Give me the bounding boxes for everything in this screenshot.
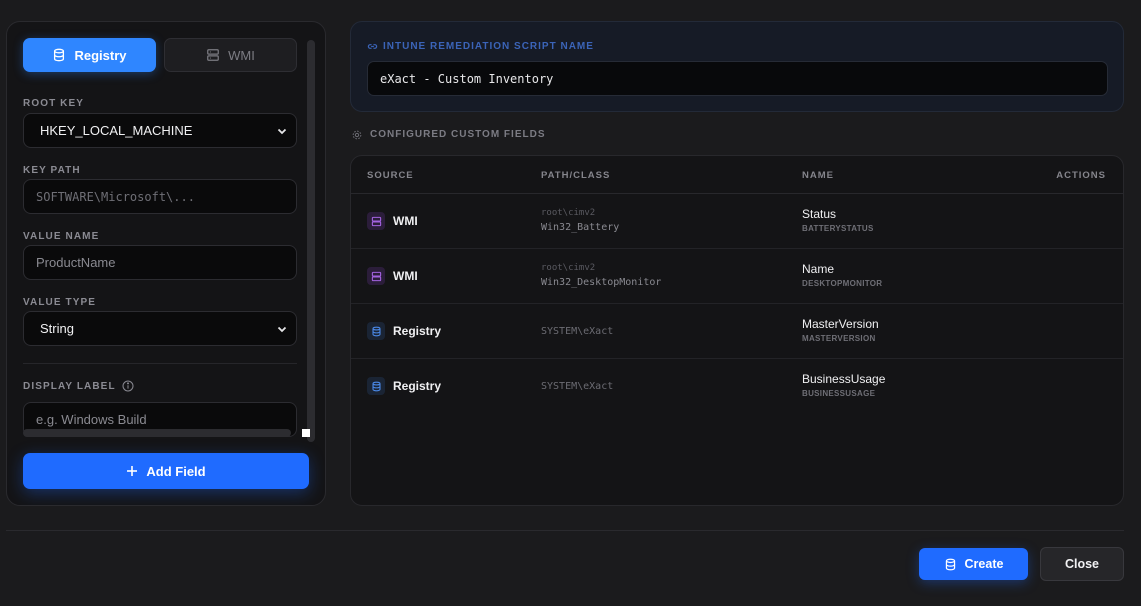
value-type-select[interactable]: String [23, 311, 297, 346]
table-row[interactable]: Registry SYSTEM\eXact MasterVersion MAST… [351, 304, 1123, 359]
value-name-label: VALUE NAME [23, 231, 100, 242]
wmi-class: Win32_DesktopMonitor [541, 277, 662, 288]
path-cell: root\cimv2 Win32_DesktopMonitor [541, 263, 661, 288]
footer-divider [6, 530, 1124, 531]
field-name: Status [802, 207, 837, 221]
tab-registry[interactable]: Registry [23, 38, 156, 72]
path-cell: SYSTEM\eXact [541, 326, 614, 337]
value-name-input[interactable]: ProductName [23, 245, 297, 280]
fields-table: SOURCE PATH/CLASS NAME ACTIONS WMI root\… [350, 155, 1124, 506]
value-type-value: String [40, 321, 74, 336]
col-path: PATH/CLASS [541, 170, 611, 181]
script-name-label: INTUNE REMEDIATION SCRIPT NAME [367, 41, 594, 52]
tab-wmi-label: WMI [228, 47, 255, 63]
gear-icon [352, 130, 362, 139]
script-name-input[interactable]: eXact - Custom Inventory [367, 61, 1108, 96]
info-icon[interactable] [122, 380, 134, 392]
col-source: SOURCE [367, 170, 414, 181]
database-icon [367, 322, 385, 340]
server-icon [367, 212, 385, 230]
create-label: Create [964, 557, 1004, 571]
server-icon [367, 267, 385, 285]
source-label: WMI [393, 214, 418, 228]
root-key-label: ROOT KEY [23, 98, 85, 109]
table-row[interactable]: Registry SYSTEM\eXact BusinessUsage BUSI… [351, 359, 1123, 414]
add-field-label: Add Field [146, 463, 206, 479]
script-name-value: eXact - Custom Inventory [380, 71, 554, 86]
field-key: BATTERYSTATUS [802, 224, 874, 233]
database-icon [54, 48, 65, 62]
chevron-down-icon [277, 326, 287, 333]
key-path-label: KEY PATH [23, 165, 81, 176]
path-cell: root\cimv2 Win32_Battery [541, 208, 619, 233]
tab-wmi[interactable]: WMI [164, 38, 297, 72]
name-cell: Status BATTERYSTATUS [802, 207, 874, 233]
table-row[interactable]: WMI root\cimv2 Win32_DesktopMonitor Name… [351, 249, 1123, 304]
field-key: DESKTOPMONITOR [802, 279, 883, 288]
table-row[interactable]: WMI root\cimv2 Win32_Battery Status BATT… [351, 194, 1123, 249]
scroll-corner [302, 429, 310, 437]
field-builder-panel: Registry WMI ROOT KEY HKEY_LOCAL_MACHINE… [6, 21, 326, 506]
field-name: MasterVersion [802, 317, 879, 331]
database-icon [367, 377, 385, 395]
script-name-label-text: INTUNE REMEDIATION SCRIPT NAME [383, 41, 594, 52]
wmi-namespace: root\cimv2 [541, 263, 596, 273]
display-label-placeholder: e.g. Windows Build [36, 412, 147, 427]
col-name: NAME [802, 170, 834, 181]
configured-fields-title-text: CONFIGURED CUSTOM FIELDS [370, 129, 546, 140]
database-icon [945, 558, 955, 570]
tab-registry-label: Registry [74, 47, 127, 63]
script-name-card: INTUNE REMEDIATION SCRIPT NAME eXact - C… [350, 21, 1124, 112]
name-cell: MasterVersion MASTERVERSION [802, 317, 879, 343]
source-label: Registry [393, 324, 442, 338]
name-cell: Name DESKTOPMONITOR [802, 262, 882, 288]
source-label: Registry [393, 379, 442, 393]
source-label: WMI [393, 269, 418, 283]
source-cell: WMI [367, 267, 418, 285]
server-icon [207, 49, 220, 61]
col-actions: ACTIONS [1056, 170, 1106, 181]
field-name: Name [802, 262, 835, 276]
table-header: SOURCE PATH/CLASS NAME ACTIONS [351, 156, 1123, 194]
plus-icon [127, 466, 138, 476]
value-name-placeholder: ProductName [36, 255, 116, 270]
field-key: BUSINESSUSAGE [802, 389, 876, 398]
divider [23, 363, 297, 364]
configured-fields-title: CONFIGURED CUSTOM FIELDS [352, 129, 545, 140]
display-label-text: DISPLAY LABEL [23, 380, 116, 392]
source-cell: Registry [367, 377, 441, 395]
vertical-scrollbar[interactable] [307, 40, 315, 442]
close-label: Close [1064, 557, 1100, 571]
key-path-placeholder: SOFTWARE\Microsoft\... [36, 189, 195, 204]
value-type-label: VALUE TYPE [23, 297, 97, 308]
field-name: BusinessUsage [802, 372, 886, 386]
source-cell: WMI [367, 212, 418, 230]
chevron-down-icon [277, 128, 287, 135]
wmi-class: Win32_Battery [541, 222, 620, 233]
root-key-value: HKEY_LOCAL_MACHINE [40, 123, 193, 138]
add-field-button[interactable]: Add Field [23, 453, 309, 489]
root-key-select[interactable]: HKEY_LOCAL_MACHINE [23, 113, 297, 148]
wmi-namespace: root\cimv2 [541, 208, 596, 218]
path-cell: SYSTEM\eXact [541, 381, 614, 392]
close-button[interactable]: Close [1040, 547, 1124, 581]
source-cell: Registry [367, 322, 441, 340]
horizontal-scrollbar[interactable] [23, 429, 291, 437]
field-key: MASTERVERSION [802, 334, 876, 343]
name-cell: BusinessUsage BUSINESSUSAGE [802, 372, 885, 398]
create-button[interactable]: Create [919, 548, 1028, 580]
link-icon [367, 44, 378, 49]
key-path-input[interactable]: SOFTWARE\Microsoft\... [23, 179, 297, 214]
display-label-heading: DISPLAY LABEL [23, 380, 134, 392]
